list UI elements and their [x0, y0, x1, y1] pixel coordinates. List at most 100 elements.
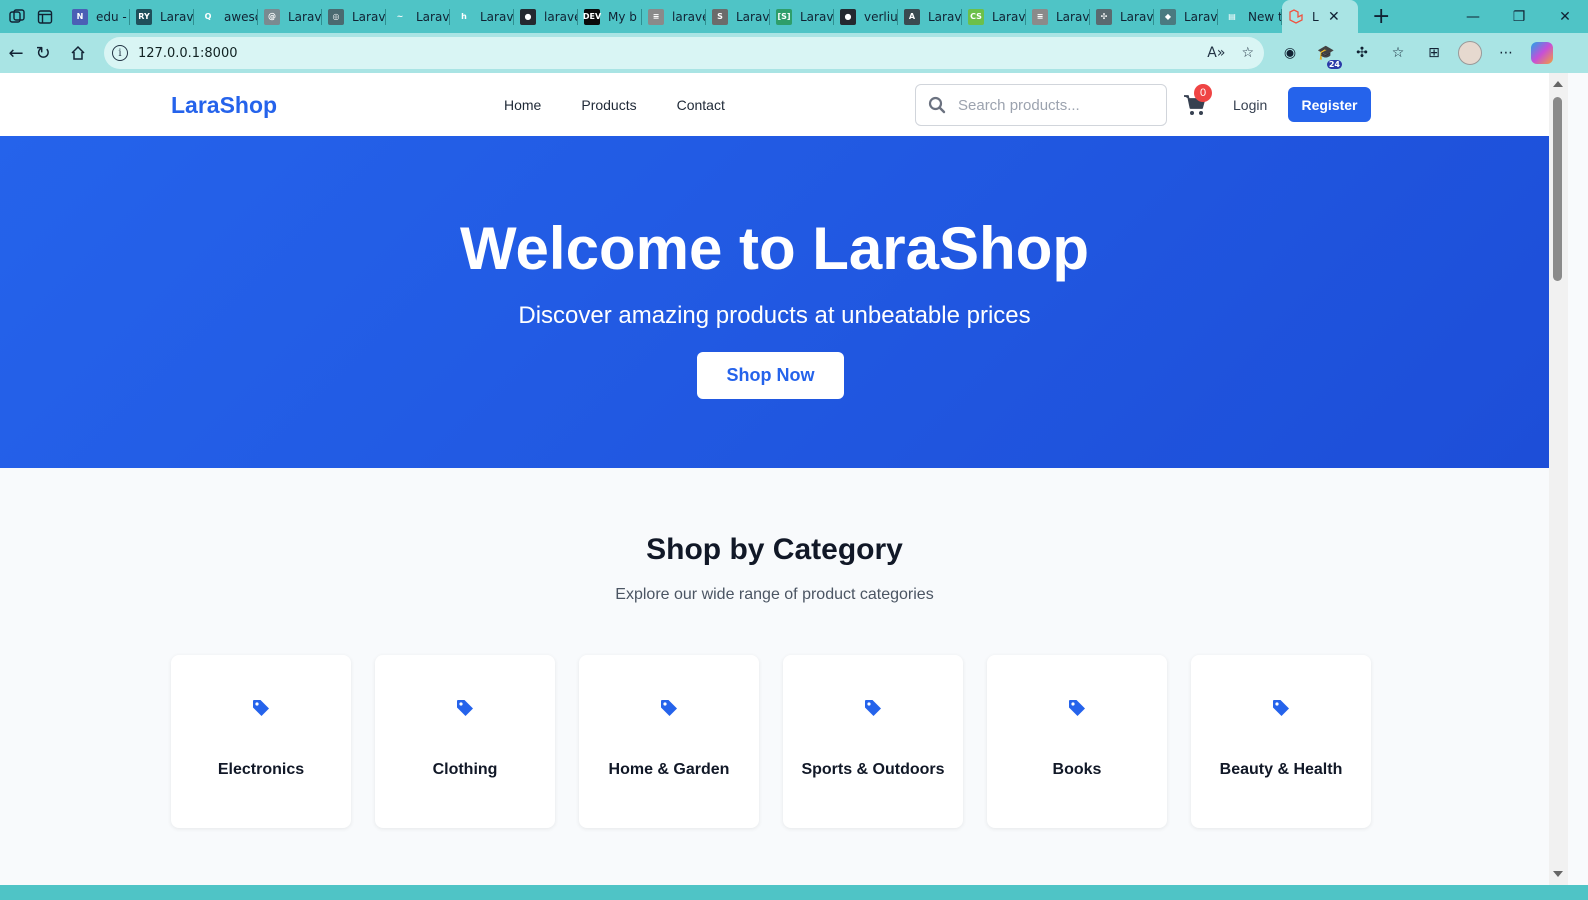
tab-title: edu -: [96, 9, 127, 24]
more-menu-icon[interactable]: ⋯: [1494, 41, 1518, 65]
copilot-icon[interactable]: [1530, 41, 1554, 65]
window-controls: — ❐ ✕: [1450, 0, 1588, 33]
scroll-up-icon[interactable]: [1553, 81, 1563, 87]
browser-tab[interactable]: ● verliu: [834, 0, 898, 33]
tab-title: larave: [672, 9, 706, 24]
category-card[interactable]: Books: [987, 655, 1167, 828]
category-section-title: Shop by Category: [646, 533, 903, 566]
tab-favicon-icon: ◎: [328, 8, 344, 25]
main-nav: Home Products Contact: [504, 97, 725, 113]
browser-tab[interactable]: ● larave: [514, 0, 578, 33]
browser-tab[interactable]: ◎ Larav: [322, 0, 386, 33]
scroll-down-icon[interactable]: [1553, 871, 1563, 877]
browser-tab[interactable]: @ Larav: [258, 0, 322, 33]
category-name: Sports & Outdoors: [801, 761, 945, 778]
browser-tab[interactable]: h Larav: [450, 0, 514, 33]
category-card[interactable]: Home & Garden: [579, 655, 759, 828]
tag-icon: [661, 700, 677, 716]
category-card[interactable]: Sports & Outdoors: [783, 655, 963, 828]
refresh-icon[interactable]: ↻: [27, 37, 59, 69]
browser-tab[interactable]: Qawesc: [194, 0, 258, 33]
nav-contact-link[interactable]: Contact: [677, 97, 725, 113]
address-bar[interactable]: i 127.0.0.1:8000 A» ☆: [104, 37, 1264, 69]
tab-title: My b: [608, 9, 637, 24]
site-logo[interactable]: LaraShop: [171, 92, 277, 119]
browser-tab[interactable]: ✣ Larav: [1090, 0, 1154, 33]
login-link[interactable]: Login: [1233, 97, 1267, 113]
tab-active[interactable]: L ✕: [1282, 0, 1358, 33]
tab-title: Larav: [1184, 9, 1218, 24]
category-name: Electronics: [217, 761, 305, 778]
web-page: LaraShop Home Products Contact 0 Login R…: [0, 73, 1549, 885]
tab-title: Larav: [992, 9, 1026, 24]
browser-tab[interactable]: ~ Larav: [386, 0, 450, 33]
page-scrollbar[interactable]: [1549, 73, 1568, 885]
tab-favicon-icon: RY: [136, 8, 152, 25]
favorite-star-icon[interactable]: ☆: [1241, 45, 1254, 61]
extension-graduation-icon[interactable]: 🎓 24: [1314, 41, 1342, 69]
hero-subtitle: Discover amazing products at unbeatable …: [518, 302, 1031, 329]
nav-products-link[interactable]: Products: [581, 97, 636, 113]
tab-favicon-icon: ◆: [1160, 8, 1176, 25]
read-aloud-icon[interactable]: A»: [1207, 45, 1225, 61]
close-window-icon[interactable]: ✕: [1542, 0, 1588, 33]
collections-icon[interactable]: ⊞: [1422, 41, 1446, 65]
extension-badge: 24: [1326, 60, 1342, 69]
close-tab-icon[interactable]: ✕: [1328, 8, 1340, 25]
category-section: Shop by Category Explore our wide range …: [0, 468, 1549, 885]
extension-owl-icon[interactable]: ◉: [1278, 41, 1302, 65]
shop-now-button[interactable]: Shop Now: [697, 352, 844, 399]
tag-icon: [1273, 700, 1289, 716]
tab-actions-icon[interactable]: [34, 6, 56, 28]
tab-favicon-icon: A: [904, 8, 920, 25]
tag-icon: [865, 700, 881, 716]
new-tab-icon[interactable]: +: [1372, 5, 1390, 28]
category-grid: Electronics Clothing Home & Garden Sports &…: [171, 655, 1371, 828]
tab-title: Larav: [352, 9, 386, 24]
tab-title: Larav: [1120, 9, 1154, 24]
tab-strip: Nedu - RY Larav Qawesc @ Larav ◎ Larav ~ Larav h La…: [66, 0, 1282, 33]
register-button[interactable]: Register: [1288, 87, 1371, 122]
scrollbar-thumb[interactable]: [1553, 97, 1562, 281]
profile-avatar[interactable]: [1458, 41, 1482, 65]
restore-icon[interactable]: ❐: [1496, 0, 1542, 33]
browser-tab[interactable]: [S] Larav: [770, 0, 834, 33]
browser-tab[interactable]: A Larav: [898, 0, 962, 33]
site-info-icon[interactable]: i: [112, 45, 128, 61]
home-icon[interactable]: [62, 37, 94, 69]
cart-button[interactable]: 0: [1183, 84, 1212, 117]
browser-tab[interactable]: ◆ Larav: [1154, 0, 1218, 33]
minimize-icon[interactable]: —: [1450, 0, 1496, 33]
tab-favicon-icon: Q: [200, 8, 216, 25]
browser-tab[interactable]: ≡ larave: [642, 0, 706, 33]
favorites-icon[interactable]: ☆: [1386, 41, 1410, 65]
browser-tab[interactable]: RY Larav: [130, 0, 194, 33]
category-card[interactable]: Beauty & Health: [1191, 655, 1371, 828]
category-card[interactable]: Clothing: [375, 655, 555, 828]
tab-title: Larav: [288, 9, 322, 24]
category-name: Beauty & Health: [1219, 761, 1343, 778]
browser-tab[interactable]: DEV My b: [578, 0, 642, 33]
browser-toolbar: ← ↻ i 127.0.0.1:8000 A» ☆ ◉ 🎓 24 ✣ ☆ ⊞ ⋯: [0, 33, 1588, 73]
extensions-puzzle-icon[interactable]: ✣: [1350, 41, 1374, 65]
tab-title: Larav: [416, 9, 450, 24]
tab-favicon-icon: ✣: [1096, 8, 1112, 25]
browser-tab[interactable]: S Larav: [706, 0, 770, 33]
search-icon: [928, 96, 946, 114]
category-name: Home & Garden: [608, 761, 730, 778]
workspaces-icon[interactable]: [6, 6, 28, 28]
tab-favicon-icon: N: [72, 8, 88, 25]
tab-title: Larav: [160, 9, 194, 24]
search-box: [915, 84, 1167, 126]
search-input[interactable]: [958, 96, 1158, 114]
browser-tab[interactable]: Nedu -: [66, 0, 130, 33]
tag-icon: [457, 700, 473, 716]
url-text: 127.0.0.1:8000: [138, 45, 238, 61]
tab-favicon-icon: DEV: [583, 8, 601, 25]
category-card[interactable]: Electronics: [171, 655, 351, 828]
browser-tab[interactable]: CS Larav: [962, 0, 1026, 33]
nav-home-link[interactable]: Home: [504, 97, 541, 113]
tab-title: New t: [1248, 9, 1282, 24]
browser-tab[interactable]: ▤ New t: [1218, 0, 1282, 33]
browser-tab[interactable]: ≡ Larav: [1026, 0, 1090, 33]
